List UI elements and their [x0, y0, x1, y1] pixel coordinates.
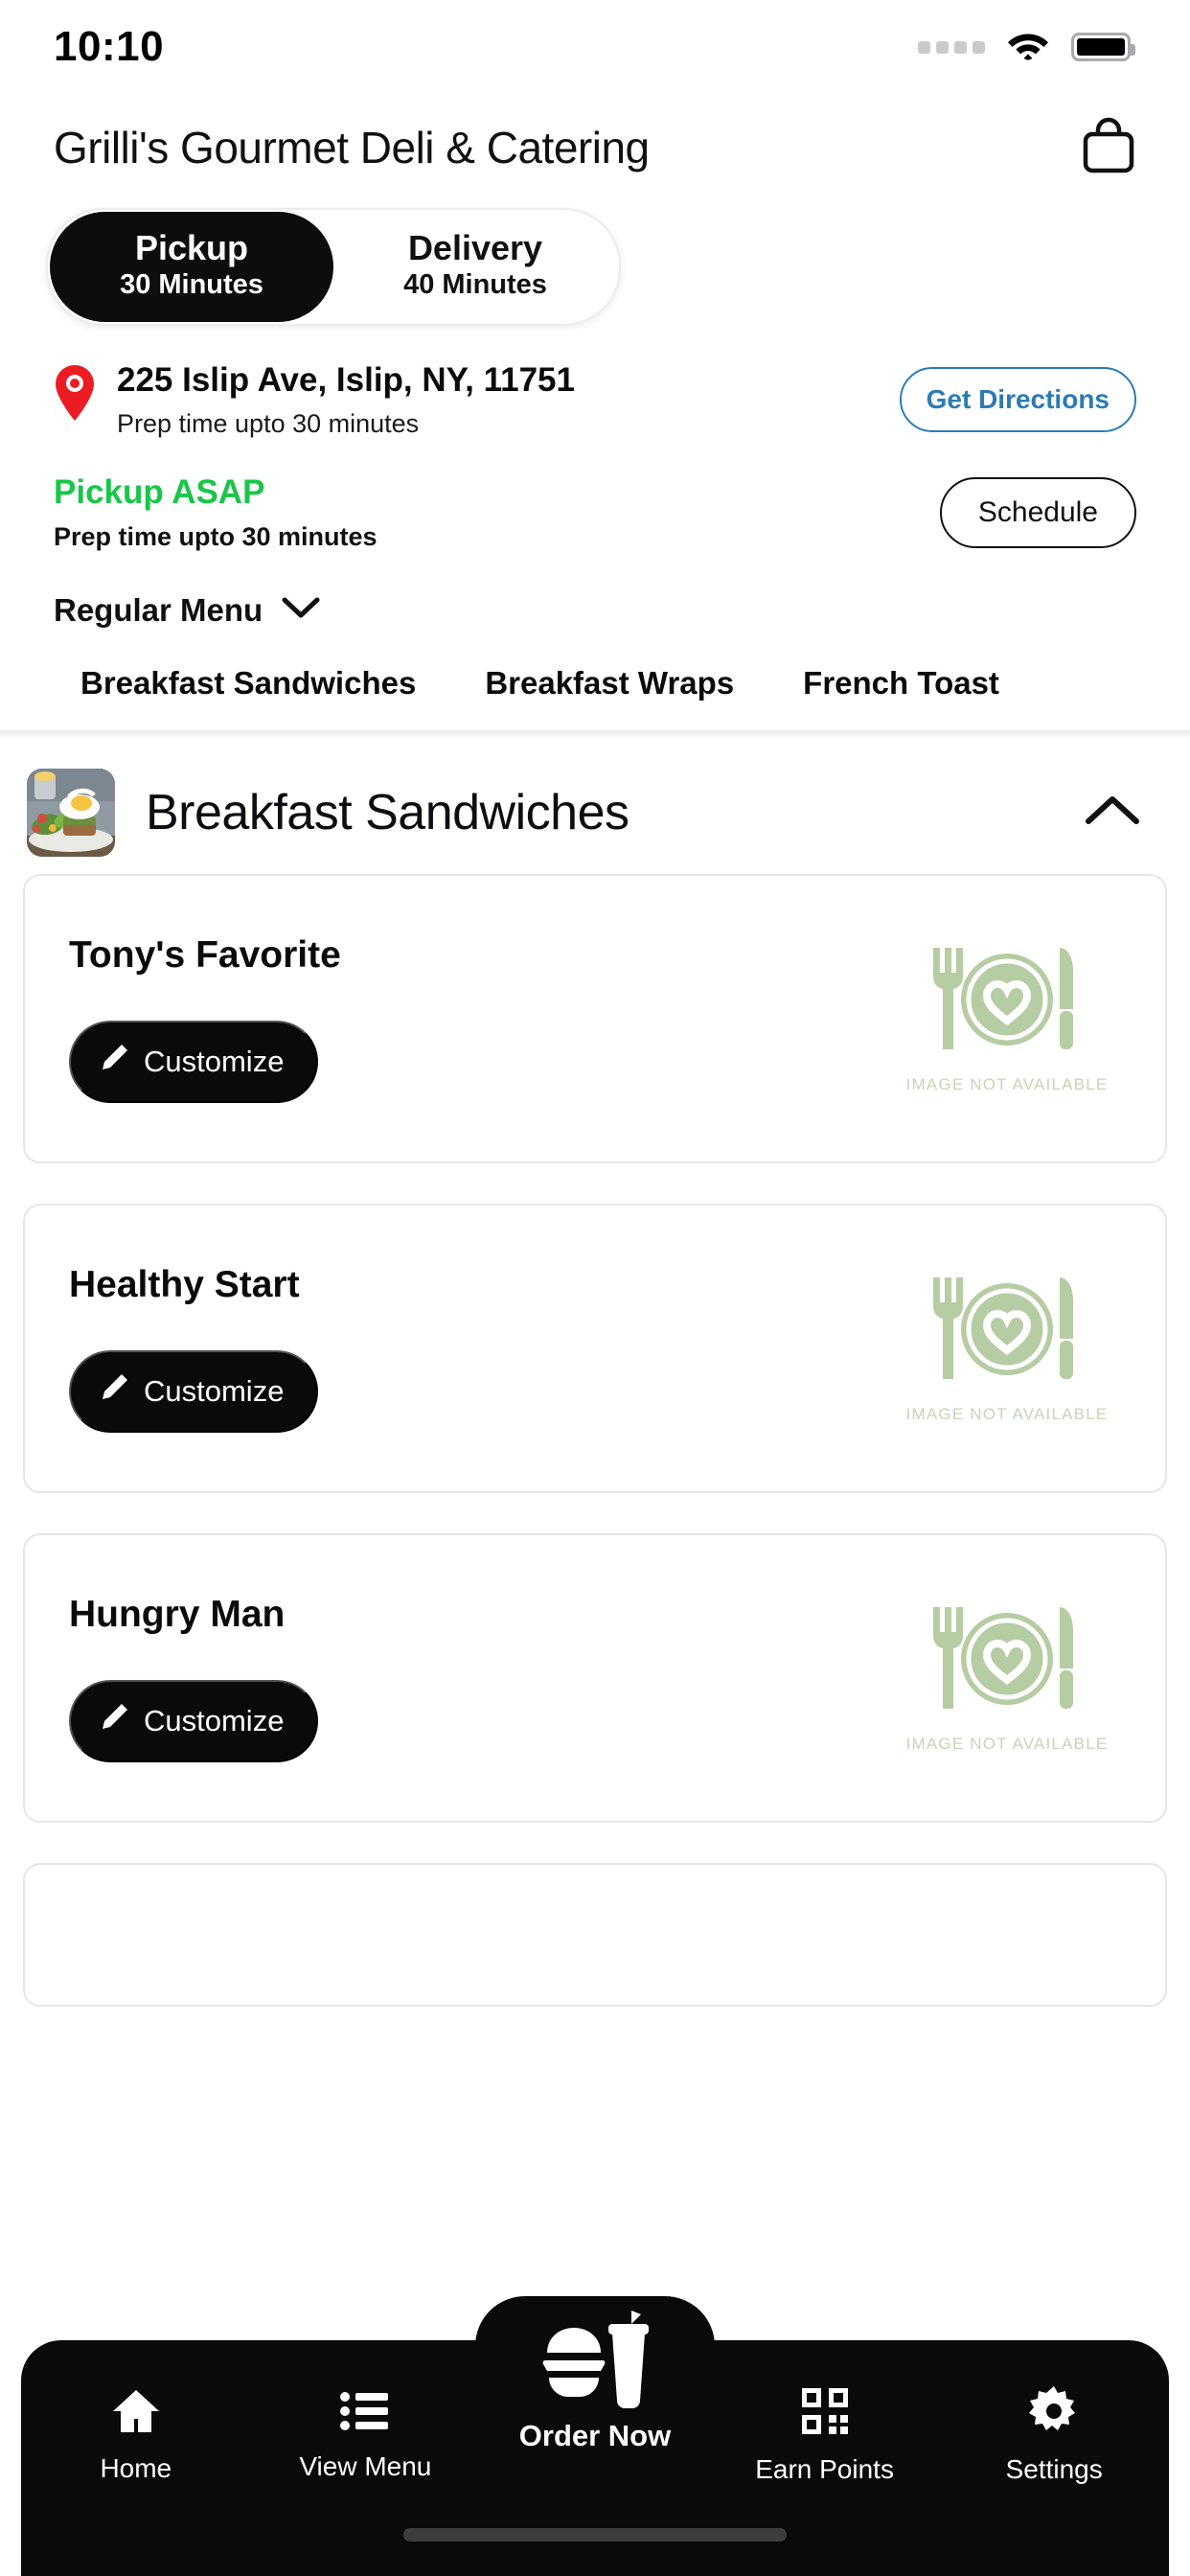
pickup-label: Pickup — [134, 228, 249, 267]
order-mode-delivery[interactable]: Delivery 40 Minutes — [333, 212, 617, 322]
table-row[interactable]: Hungry Man Customize IMAGE NOT AVAILABLE — [23, 1532, 1167, 1823]
home-indicator — [403, 2528, 787, 2542]
section-header[interactable]: Breakfast Sandwiches — [0, 742, 1190, 857]
table-row[interactable]: Healthy Start Customize IMAGE NOT AVAILA… — [23, 1203, 1167, 1493]
nav-label-settings: Settings — [1005, 2453, 1103, 2484]
item-name: Hungry Man — [69, 1593, 286, 1635]
customize-label: Customize — [144, 1703, 285, 1737]
order-mode-toggle[interactable]: Pickup 30 Minutes Delivery 40 Minutes — [46, 208, 621, 326]
delivery-label: Delivery — [407, 228, 543, 267]
chevron-down-icon[interactable] — [282, 596, 320, 624]
page-header: Grilli's Gourmet Deli & Catering — [0, 94, 1190, 187]
menu-items-list: Tony's Favorite Customize IMAGE NOT AVAI… — [0, 857, 1190, 2007]
item-name: Tony's Favorite — [69, 933, 341, 976]
table-row[interactable] — [23, 1862, 1167, 2007]
customize-label: Customize — [144, 1373, 285, 1408]
gear-icon — [1029, 2385, 1079, 2441]
category-tab-breakfast-wraps[interactable]: Breakfast Wraps — [450, 665, 768, 702]
shopping-bag-icon[interactable] — [1081, 115, 1136, 179]
bottom-nav-bar: Home View Menu Earn Points Settings Orde… — [21, 2296, 1169, 2576]
location-row: 225 Islip Ave, Islip, NY, 11751 Prep tim… — [0, 360, 1190, 439]
image-placeholder-text: IMAGE NOT AVAILABLE — [905, 1405, 1109, 1424]
get-directions-button[interactable]: Get Directions — [899, 366, 1136, 432]
page-title: Grilli's Gourmet Deli & Catering — [54, 122, 650, 172]
timing-prep-time: Prep time upto 30 minutes — [54, 521, 378, 551]
map-pin-icon — [54, 364, 96, 422]
table-row[interactable]: Tony's Favorite Customize IMAGE NOT AVAI… — [23, 873, 1167, 1163]
category-tabs[interactable]: Breakfast Sandwiches Breakfast Wraps Fre… — [0, 665, 1190, 702]
list-icon — [339, 2389, 391, 2438]
menu-selector[interactable]: Regular Menu — [0, 592, 1190, 629]
qr-code-icon — [800, 2386, 850, 2441]
item-name: Healthy Start — [69, 1263, 300, 1305]
customize-button[interactable]: Customize — [69, 1349, 319, 1433]
nav-label-earn-points: Earn Points — [755, 2453, 894, 2484]
item-image-placeholder: IMAGE NOT AVAILABLE — [887, 942, 1127, 1094]
battery-full-icon — [1071, 33, 1135, 61]
section-title: Breakfast Sandwiches — [146, 784, 629, 840]
nav-item-order-now[interactable]: Order Now — [475, 2296, 715, 2471]
schedule-button[interactable]: Schedule — [939, 476, 1136, 548]
bottom-navigation: Home View Menu Earn Points Settings Orde… — [0, 2296, 1190, 2576]
image-placeholder-text: IMAGE NOT AVAILABLE — [905, 1075, 1109, 1094]
plate-fork-knife-heart-icon — [916, 1601, 1098, 1719]
breakfast-plate-photo — [27, 768, 115, 857]
pickup-time: 30 Minutes — [120, 269, 263, 301]
home-icon — [110, 2387, 162, 2440]
wifi-icon — [1006, 29, 1050, 66]
category-tab-french-toast[interactable]: French Toast — [768, 665, 1034, 702]
plate-fork-knife-heart-icon — [916, 1272, 1098, 1390]
timing-row: Pickup ASAP Prep time upto 30 minutes Sc… — [0, 473, 1190, 552]
order-mode-pickup[interactable]: Pickup 30 Minutes — [50, 212, 333, 322]
item-image-placeholder: IMAGE NOT AVAILABLE — [887, 1601, 1127, 1754]
nav-item-settings[interactable]: Settings — [939, 2385, 1169, 2485]
nav-label-order-now: Order Now — [518, 2419, 672, 2452]
nav-label-view-menu: View Menu — [299, 2450, 432, 2481]
customize-label: Customize — [144, 1044, 285, 1078]
status-bar-indicators — [918, 29, 1135, 66]
nav-item-earn-points[interactable]: Earn Points — [710, 2386, 940, 2485]
category-tab-breakfast-sandwiches[interactable]: Breakfast Sandwiches — [46, 665, 450, 702]
customize-button[interactable]: Customize — [69, 1679, 319, 1762]
pencil-icon — [98, 1701, 130, 1741]
status-bar-time: 10:10 — [54, 23, 165, 70]
order-mode-toggle-wrap: Pickup 30 Minutes Delivery 40 Minutes — [0, 187, 1190, 326]
location-prep-time: Prep time upto 30 minutes — [117, 408, 420, 438]
status-bar: 10:10 — [0, 0, 1190, 94]
tabs-divider — [0, 729, 1190, 742]
burger-drink-icon — [538, 2309, 652, 2413]
pencil-icon — [98, 1042, 130, 1082]
nav-item-view-menu[interactable]: View Menu — [251, 2389, 481, 2482]
image-placeholder-text: IMAGE NOT AVAILABLE — [905, 1735, 1109, 1754]
pickup-asap-label: Pickup ASAP — [54, 472, 265, 511]
item-image-placeholder: IMAGE NOT AVAILABLE — [887, 1272, 1127, 1424]
signal-dots-icon — [918, 40, 985, 54]
menu-selector-label: Regular Menu — [54, 591, 263, 628]
customize-button[interactable]: Customize — [69, 1020, 319, 1103]
plate-fork-knife-heart-icon — [916, 942, 1098, 1060]
delivery-time: 40 Minutes — [403, 269, 547, 301]
chevron-up-icon[interactable] — [1085, 794, 1140, 831]
nav-item-home[interactable]: Home — [21, 2387, 251, 2484]
store-address: 225 Islip Ave, Islip, NY, 11751 — [117, 360, 575, 399]
pencil-icon — [98, 1371, 130, 1412]
nav-label-home: Home — [100, 2452, 172, 2483]
